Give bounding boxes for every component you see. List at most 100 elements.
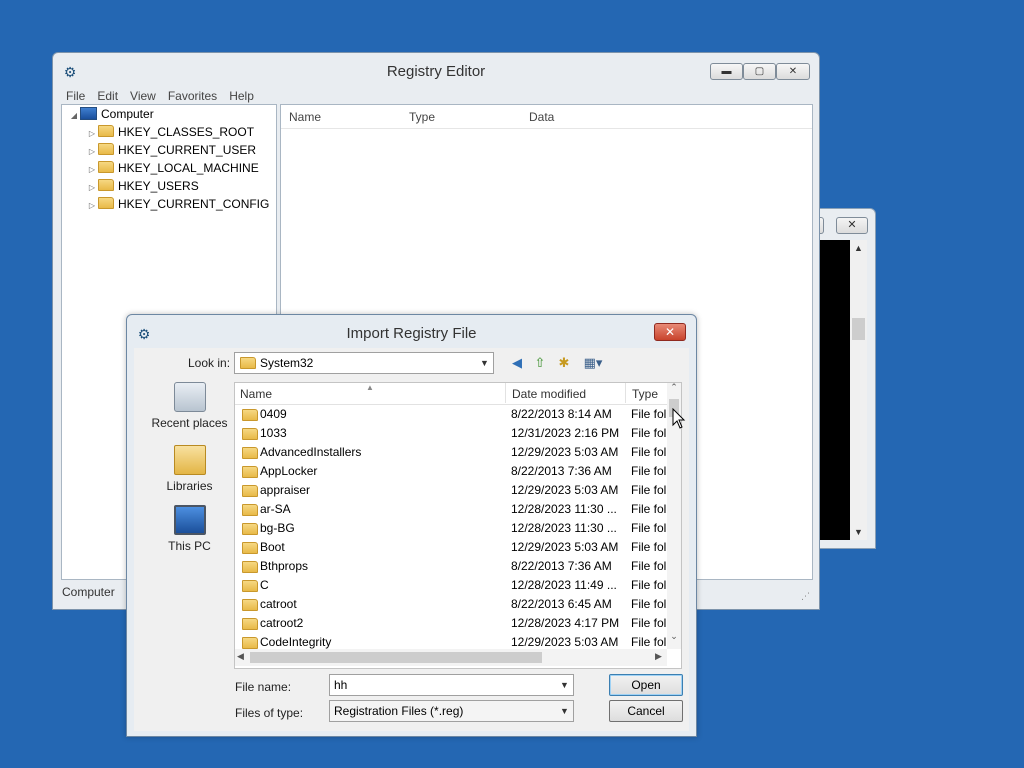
- file-date-cell: 12/28/2023 4:17 PM: [511, 616, 620, 630]
- file-list-hscroll[interactable]: ◀ ▶: [235, 649, 667, 666]
- close-button[interactable]: ✕: [776, 63, 810, 80]
- view-menu-icon[interactable]: ▦▾: [580, 354, 606, 372]
- file-name-input[interactable]: hh ▼: [329, 674, 574, 696]
- file-name-cell: AdvancedInstallers: [260, 445, 362, 459]
- file-row[interactable]: 1033 12/31/2023 2:16 PM File fol: [235, 424, 681, 443]
- console-scroll-down-icon[interactable]: ▼: [850, 524, 867, 540]
- file-rows: 0409 8/22/2013 8:14 AM File fol 1033 12/31/2…: [235, 405, 681, 652]
- folder-icon: [98, 161, 114, 173]
- scroll-left-icon[interactable]: ◀: [237, 651, 244, 662]
- file-date-cell: 12/29/2023 5:03 AM: [511, 483, 619, 497]
- dialog-title: Import Registry File: [346, 325, 477, 342]
- file-date-cell: 12/28/2023 11:30 ...: [511, 521, 617, 535]
- file-row[interactable]: catroot 8/22/2013 6:45 AM File fol: [235, 595, 681, 614]
- resize-grip-icon[interactable]: ⋰: [801, 591, 810, 602]
- menu-file[interactable]: File: [60, 86, 91, 106]
- column-divider: [505, 383, 506, 403]
- tree-node-hkcu[interactable]: ▷ HKEY_CURRENT_USER: [62, 141, 276, 159]
- back-icon[interactable]: ◀: [508, 354, 526, 372]
- file-type-cell: File fol: [631, 426, 667, 440]
- column-data[interactable]: Data: [529, 105, 554, 129]
- chevron-down-icon[interactable]: ▼: [556, 675, 573, 695]
- folder-icon: [242, 466, 258, 478]
- column-name[interactable]: Name: [240, 383, 272, 405]
- console-scroll-up-icon[interactable]: ▲: [850, 240, 867, 256]
- file-row[interactable]: Bthprops 8/22/2013 7:36 AM File fol: [235, 557, 681, 576]
- column-name[interactable]: Name: [289, 105, 321, 129]
- maximize-button[interactable]: ▢: [743, 63, 776, 80]
- status-text: Computer: [62, 585, 115, 599]
- file-name-cell: catroot: [260, 597, 297, 611]
- file-date-cell: 12/31/2023 2:16 PM: [511, 426, 620, 440]
- file-name-value: hh: [334, 678, 348, 692]
- folder-icon: [242, 428, 258, 440]
- hscroll-thumb[interactable]: [250, 652, 542, 663]
- scroll-right-icon[interactable]: ▶: [655, 651, 662, 662]
- recent-places-icon: [173, 382, 206, 412]
- dialog-close-button[interactable]: ✕: [654, 323, 686, 341]
- file-row[interactable]: appraiser 12/29/2023 5:03 AM File fol: [235, 481, 681, 500]
- file-name-label: File name:: [235, 680, 292, 694]
- sort-arrow-icon: ▲: [366, 383, 374, 392]
- file-date-cell: 8/22/2013 6:45 AM: [511, 597, 612, 611]
- tree-node-hkcr[interactable]: ▷ HKEY_CLASSES_ROOT: [62, 123, 276, 141]
- tree-node-hku[interactable]: ▷ HKEY_USERS: [62, 177, 276, 195]
- file-name-cell: bg-BG: [260, 521, 295, 535]
- file-type-cell: File fol: [631, 407, 667, 421]
- places-bar: Recent places Libraries This PC: [142, 382, 237, 682]
- menu-edit[interactable]: Edit: [91, 86, 124, 106]
- place-libraries[interactable]: Libraries: [142, 445, 237, 493]
- tree-node-computer[interactable]: ◢ Computer: [62, 105, 276, 123]
- menu-view[interactable]: View: [124, 86, 162, 106]
- file-row[interactable]: AppLocker 8/22/2013 7:36 AM File fol: [235, 462, 681, 481]
- file-row[interactable]: catroot2 12/28/2023 4:17 PM File fol: [235, 614, 681, 633]
- column-date-modified[interactable]: Date modified: [512, 383, 586, 405]
- folder-icon: [98, 197, 114, 209]
- file-row[interactable]: Boot 12/29/2023 5:03 AM File fol: [235, 538, 681, 557]
- place-label: This PC: [168, 539, 211, 553]
- console-close-button[interactable]: ✕: [836, 217, 868, 234]
- folder-icon: [98, 179, 114, 191]
- file-row[interactable]: C 12/28/2023 11:49 ... File fol: [235, 576, 681, 595]
- window-title: Registry Editor: [386, 63, 486, 80]
- tree-node-hkcc[interactable]: ▷ HKEY_CURRENT_CONFIG: [62, 195, 276, 213]
- tree-node-hklm[interactable]: ▷ HKEY_LOCAL_MACHINE: [62, 159, 276, 177]
- file-list[interactable]: Name ▲ Date modified Type 0409 8/22/2013 …: [234, 382, 682, 669]
- folder-icon: [242, 542, 258, 554]
- look-in-dropdown[interactable]: System32 ▼: [234, 352, 494, 374]
- minimize-button[interactable]: ▬: [710, 63, 743, 80]
- new-folder-icon[interactable]: ✱: [555, 354, 573, 372]
- folder-icon: [242, 599, 258, 611]
- place-recent[interactable]: Recent places: [142, 382, 237, 430]
- place-this-pc[interactable]: This PC: [142, 505, 237, 553]
- minimize-icon: ▬: [721, 66, 732, 77]
- file-type-cell: File fol: [631, 597, 667, 611]
- file-name-cell: catroot2: [260, 616, 304, 630]
- column-type[interactable]: Type: [632, 383, 658, 405]
- column-type[interactable]: Type: [409, 105, 435, 129]
- chevron-down-icon[interactable]: ▼: [556, 701, 573, 721]
- expand-arrow-icon[interactable]: ▷: [86, 197, 98, 215]
- file-type-label: Files of type:: [235, 706, 304, 720]
- console-scrollbar[interactable]: [850, 240, 867, 540]
- up-folder-icon[interactable]: ⇧: [531, 354, 549, 372]
- file-name-cell: appraiser: [260, 483, 311, 497]
- scroll-up-icon[interactable]: ⌃: [667, 383, 681, 393]
- cancel-button[interactable]: Cancel: [609, 700, 683, 722]
- folder-icon: [242, 561, 258, 573]
- file-type-cell: File fol: [631, 483, 667, 497]
- scroll-down-icon[interactable]: ⌄: [667, 631, 681, 642]
- close-icon: ✕: [847, 219, 857, 231]
- menu-help[interactable]: Help: [223, 86, 260, 106]
- folder-icon: [242, 504, 258, 516]
- collapse-arrow-icon[interactable]: ◢: [68, 107, 80, 125]
- menu-favorites[interactable]: Favorites: [162, 86, 223, 106]
- file-row[interactable]: 0409 8/22/2013 8:14 AM File fol: [235, 405, 681, 424]
- file-row[interactable]: ar-SA 12/28/2023 11:30 ... File fol: [235, 500, 681, 519]
- file-type-dropdown[interactable]: Registration Files (*.reg) ▼: [329, 700, 574, 722]
- folder-icon: [98, 143, 114, 155]
- open-button[interactable]: Open: [609, 674, 683, 696]
- console-scroll-thumb[interactable]: [852, 318, 865, 340]
- file-row[interactable]: AdvancedInstallers 12/29/2023 5:03 AM File…: [235, 443, 681, 462]
- file-row[interactable]: bg-BG 12/28/2023 11:30 ... File fol: [235, 519, 681, 538]
